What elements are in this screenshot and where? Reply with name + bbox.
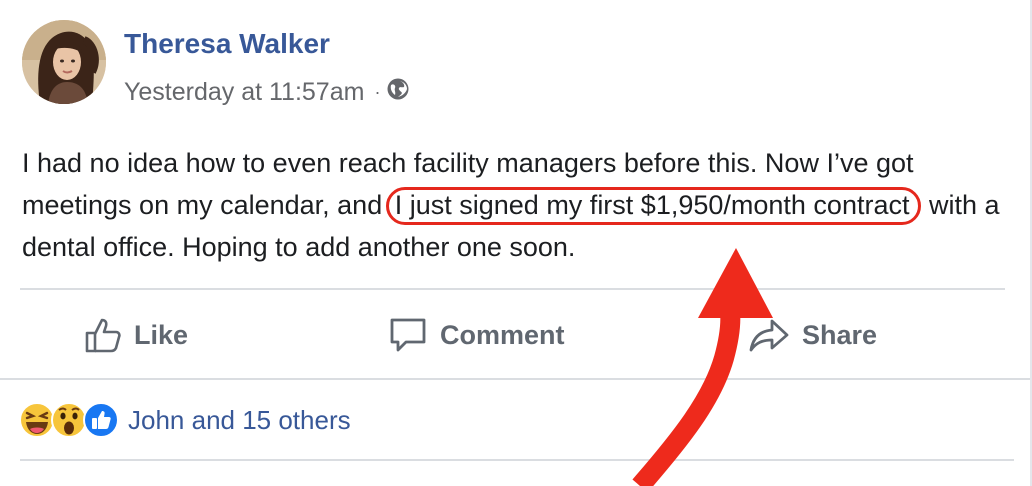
post-meta: Yesterday at 11:57am · — [124, 77, 410, 108]
reaction-count-link[interactable]: John and 15 others — [128, 405, 351, 436]
divider — [0, 378, 1030, 380]
like-reaction-icon — [82, 401, 120, 439]
comment-label: Comment — [440, 319, 565, 350]
action-bar: Like Comment Share — [0, 305, 1032, 365]
like-button[interactable]: Like — [84, 305, 188, 365]
reactions-summary[interactable]: John and 15 others — [18, 401, 351, 439]
highlighted-text: I just signed my first $1,950/month cont… — [385, 187, 922, 225]
share-button[interactable]: Share — [748, 305, 877, 365]
share-label: Share — [802, 319, 878, 350]
meta-separator: · — [374, 82, 381, 102]
comment-button[interactable]: Comment — [388, 305, 565, 365]
divider — [20, 288, 1005, 290]
post-timestamp[interactable]: Yesterday at 11:57am — [124, 78, 364, 107]
like-label: Like — [134, 319, 189, 350]
globe-icon[interactable] — [386, 77, 410, 108]
post-card: Theresa Walker Yesterday at 11:57am · I … — [0, 0, 1032, 486]
thumbs-up-icon — [85, 318, 121, 353]
author-avatar[interactable] — [22, 20, 106, 104]
author-name[interactable]: Theresa Walker — [124, 28, 330, 60]
share-icon — [749, 319, 789, 352]
divider — [20, 459, 1014, 461]
post-body: I had no idea how to even reach facility… — [22, 142, 1012, 268]
comment-icon — [390, 318, 426, 352]
